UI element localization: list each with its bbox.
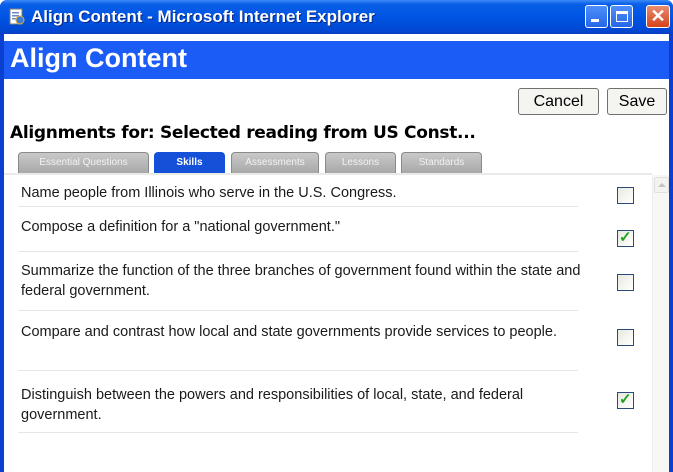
page-title: Align Content [10, 43, 187, 73]
maximize-icon [616, 11, 628, 22]
tab-skills[interactable]: Skills [154, 152, 225, 173]
alignments-heading: Alignments for: Selected reading from US… [10, 123, 476, 143]
window-title: Align Content - Microsoft Internet Explo… [31, 7, 375, 26]
page-header: Align Content [4, 41, 669, 79]
page-content: Align Content Cancel Save Alignments for… [4, 34, 669, 472]
title-bar[interactable]: Align Content - Microsoft Internet Explo… [0, 0, 673, 34]
save-button[interactable]: Save [607, 88, 667, 115]
scroll-up-button[interactable] [654, 177, 669, 193]
skill-text: Summarize the function of the three bran… [21, 263, 581, 299]
tab-lessons[interactable]: Lessons [325, 152, 396, 173]
close-button[interactable]: ✕ [646, 5, 670, 28]
ie-page-icon [9, 8, 25, 25]
minimize-icon [591, 19, 599, 22]
skill-text: Compare and contrast how local and state… [21, 324, 557, 340]
skill-text: Name people from Illinois who serve in t… [21, 185, 397, 201]
tab-essential-questions[interactable]: Essential Questions [18, 152, 149, 173]
list-item: Compose a definition for a "national gov… [4, 207, 652, 252]
skill-checkbox[interactable] [617, 187, 634, 204]
browser-window: Align Content - Microsoft Internet Explo… [0, 0, 673, 472]
checkmark-icon: ✓ [619, 229, 632, 246]
list-item: Distinguish between the powers and respo… [4, 371, 652, 433]
skill-checkbox[interactable]: ✓ [617, 229, 634, 247]
skill-text: Distinguish between the powers and respo… [21, 387, 524, 423]
tab-assessments[interactable]: Assessments [231, 152, 319, 173]
vertical-scrollbar[interactable] [652, 175, 669, 472]
maximize-button[interactable] [610, 5, 633, 28]
list-item: Compare and contrast how local and state… [4, 311, 652, 371]
cancel-button[interactable]: Cancel [518, 88, 599, 115]
checkmark-icon: ✓ [619, 391, 632, 408]
skill-checkbox[interactable] [617, 274, 634, 291]
list-item: Summarize the function of the three bran… [4, 252, 652, 311]
list-item: Name people from Illinois who serve in t… [4, 175, 652, 207]
row-divider [18, 432, 578, 433]
close-icon: ✕ [650, 6, 666, 26]
skill-checkbox[interactable]: ✓ [617, 391, 634, 409]
skill-checkbox[interactable] [617, 329, 634, 346]
minimize-button[interactable] [585, 5, 608, 28]
scroll-up-arrow-icon [658, 183, 666, 187]
skill-text: Compose a definition for a "national gov… [21, 219, 341, 235]
tab-standards[interactable]: Standards [401, 152, 482, 173]
